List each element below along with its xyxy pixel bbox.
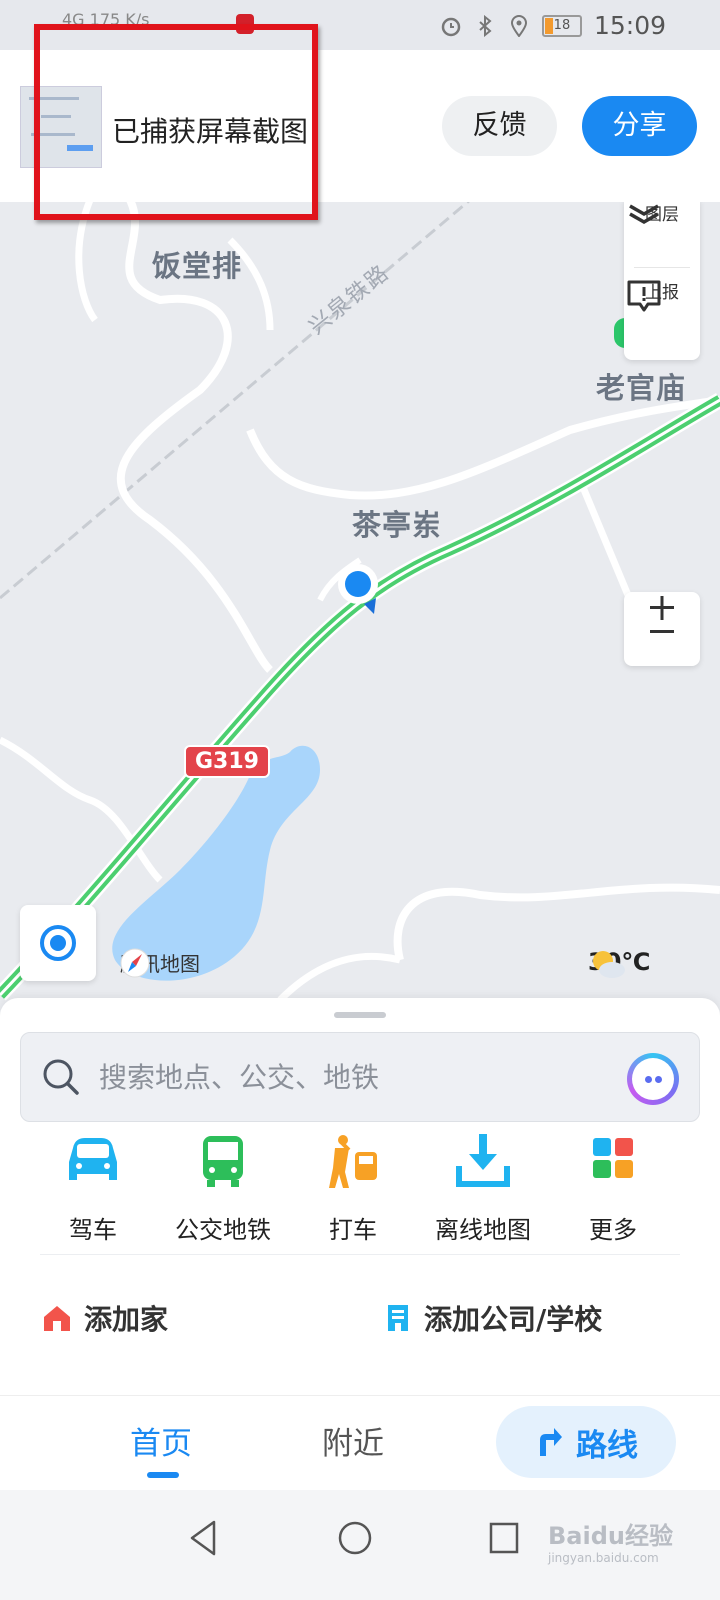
quick-action-drive[interactable]: 驾车 <box>28 1132 158 1245</box>
weather-widget[interactable]: 30℃ <box>588 948 650 978</box>
place-label-laoguanmiao: 老官庙 <box>596 371 687 405</box>
quick-action-transit[interactable]: 公交地铁 <box>158 1132 288 1245</box>
sheet-divider <box>40 1254 680 1255</box>
quick-action-label: 公交地铁 <box>175 1216 271 1244</box>
road-shield-g319: G319 <box>184 745 270 778</box>
bus-icon <box>203 1136 243 1187</box>
quick-action-label: 驾车 <box>69 1216 117 1244</box>
quick-action-more[interactable]: 更多 <box>548 1132 678 1245</box>
watermark-url: jingyan.baidu.com <box>548 1551 659 1565</box>
turn-right-icon <box>540 1428 562 1456</box>
place-label-chatingdong: 茶亭岽 <box>352 508 443 542</box>
partly-cloudy-icon <box>593 951 625 978</box>
assistant-eye-left <box>645 1076 652 1083</box>
battery-icon: 18 <box>541 14 582 37</box>
quick-action-offline-map[interactable]: 离线地图 <box>418 1132 548 1245</box>
map-brand: 腾讯地图 <box>120 948 200 978</box>
route-button[interactable]: 路线 <box>496 1406 676 1478</box>
clock: 15:09 <box>593 11 666 40</box>
compass-icon <box>120 948 150 978</box>
tools-divider <box>634 267 690 268</box>
quick-action-taxi[interactable]: 打车 <box>288 1132 418 1245</box>
back-icon[interactable] <box>186 1518 220 1558</box>
sheet-handle[interactable] <box>334 1012 386 1018</box>
place-label-fantangpai: 饭堂排 <box>152 249 243 283</box>
layer-button[interactable]: 图层 <box>624 200 700 260</box>
add-home-label: 添加家 <box>84 1303 169 1336</box>
zoom-icon <box>650 596 674 633</box>
building-icon <box>388 1305 408 1331</box>
quick-action-label: 离线地图 <box>435 1216 531 1244</box>
recents-icon[interactable] <box>487 1518 521 1558</box>
quick-actions: 驾车 公交地铁 打车 离线地图 更多 <box>0 1132 720 1252</box>
car-icon <box>69 1138 117 1180</box>
tab-nearby[interactable]: 附近 <box>322 1418 384 1463</box>
watermark-brand: Baidu经验 <box>548 1522 673 1550</box>
route-label: 路线 <box>576 1427 638 1464</box>
highlight-box <box>34 24 318 220</box>
bottom-tab-bar: 首页 附近 路线 <box>0 1395 720 1491</box>
home-nav-icon[interactable] <box>335 1518 375 1558</box>
taxi-icon <box>329 1135 377 1188</box>
feedback-button[interactable]: 反馈 <box>442 96 557 156</box>
baidu-watermark: Baidu经验 jingyan.baidu.com <box>548 1516 673 1565</box>
locate-button[interactable] <box>20 905 96 981</box>
quick-action-label: 更多 <box>589 1216 637 1244</box>
layers-icon <box>629 204 659 225</box>
add-work-label: 添加公司/学校 <box>424 1303 603 1336</box>
tab-active-indicator <box>147 1472 179 1478</box>
zoom-control[interactable] <box>624 592 700 666</box>
search-bar[interactable] <box>20 1032 700 1122</box>
tab-home[interactable]: 首页 <box>130 1418 192 1463</box>
add-work-button[interactable]: 添加公司/学校 <box>384 1298 602 1338</box>
assistant-eye-right <box>655 1076 662 1083</box>
alarm-icon <box>441 17 461 36</box>
report-icon <box>627 280 661 312</box>
report-button[interactable]: 上报 <box>624 278 700 350</box>
share-button[interactable]: 分享 <box>582 96 697 156</box>
bluetooth-icon <box>479 14 492 37</box>
locate-icon <box>40 925 76 961</box>
map-tools-panel: 图层 上报 <box>624 200 700 360</box>
location-icon <box>510 14 527 37</box>
search-icon <box>43 1059 79 1095</box>
grid-icon <box>593 1138 633 1178</box>
voice-assistant-button[interactable] <box>627 1053 679 1105</box>
shortcut-places: 添加家 添加公司/学校 <box>14 1256 706 1396</box>
bottom-sheet: 驾车 公交地铁 打车 离线地图 更多 添加家 添加公司/学校 <box>0 998 720 1422</box>
status-icons: 18 15:09 <box>440 11 666 40</box>
search-input[interactable] <box>97 1051 621 1103</box>
home-icon <box>44 1306 70 1331</box>
quick-action-label: 打车 <box>329 1216 377 1244</box>
add-home-button[interactable]: 添加家 <box>42 1298 168 1338</box>
download-icon <box>456 1134 510 1187</box>
